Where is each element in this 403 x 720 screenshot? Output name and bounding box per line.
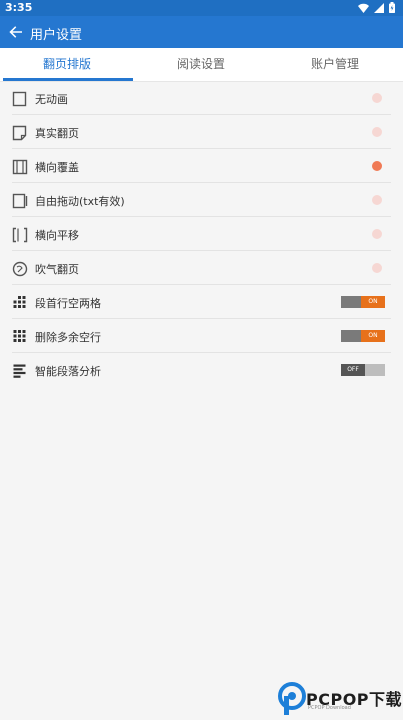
option-horizontal-slide[interactable]: 横向平移 <box>0 217 403 251</box>
option-label: 智能段落分析 <box>35 365 101 378</box>
option-label: 吹气翻页 <box>35 263 79 276</box>
radio-blow-page-turn[interactable] <box>372 263 382 273</box>
option-remove-blank-lines[interactable]: 删除多余空行 ON <box>0 319 403 353</box>
option-no-animation[interactable]: 无动画 <box>0 81 403 115</box>
toggle-state: ON <box>361 330 385 342</box>
tab-page-layout[interactable]: 翻页排版 <box>0 48 134 81</box>
status-time: 3:35 <box>5 1 33 14</box>
option-label: 横向平移 <box>35 229 79 242</box>
indent-grid-icon <box>13 296 26 308</box>
horizontal-slide-icon <box>12 227 28 243</box>
back-arrow-icon[interactable] <box>7 23 25 41</box>
drag-page-icon <box>12 193 28 209</box>
radio-free-drag[interactable] <box>372 195 382 205</box>
toggle-state: OFF <box>341 364 365 376</box>
option-label: 横向覆盖 <box>35 161 79 174</box>
radio-real-page-turn[interactable] <box>372 127 382 137</box>
tab-account-management[interactable]: 账户管理 <box>268 48 402 81</box>
grid-icon <box>13 330 26 342</box>
toggle-state: ON <box>361 296 385 308</box>
battery-icon <box>389 2 395 13</box>
page-title: 用户设置 <box>30 28 83 43</box>
tab-bar: 翻页排版 阅读设置 账户管理 <box>0 48 403 82</box>
toggle-indent-paragraph[interactable]: ON <box>341 296 385 308</box>
option-label: 段首行空两格 <box>35 297 101 310</box>
radio-horizontal-cover[interactable] <box>372 161 382 171</box>
wifi-icon <box>358 3 369 13</box>
radio-horizontal-slide[interactable] <box>372 229 382 239</box>
toggle-smart-paragraph[interactable]: OFF <box>341 364 385 376</box>
option-indent-paragraph[interactable]: 段首行空两格 ON <box>0 285 403 319</box>
page-curl-icon <box>12 125 27 141</box>
app-bar: 用户设置 <box>0 16 403 48</box>
option-free-drag[interactable]: 自由拖动(txt有效) <box>0 183 403 217</box>
status-bar: 3:35 <box>0 0 403 16</box>
watermark-subtext: PCPOP Download <box>308 705 351 711</box>
option-label: 无动画 <box>35 93 68 106</box>
blow-icon <box>12 261 28 277</box>
pcpop-watermark: PCPOP下载 PCPOP Download <box>278 682 403 720</box>
paragraph-lines-icon <box>13 364 26 378</box>
blank-page-icon <box>12 91 27 107</box>
radio-no-animation[interactable] <box>372 93 382 103</box>
option-label: 真实翻页 <box>35 127 79 140</box>
option-horizontal-cover[interactable]: 横向覆盖 <box>0 149 403 183</box>
tab-reading-settings[interactable]: 阅读设置 <box>134 48 268 81</box>
horizontal-cover-icon <box>12 159 28 175</box>
option-label: 删除多余空行 <box>35 331 101 344</box>
option-label: 自由拖动(txt有效) <box>35 195 125 208</box>
signal-icon <box>374 2 384 13</box>
status-icons <box>358 2 395 13</box>
toggle-remove-blank-lines[interactable]: ON <box>341 330 385 342</box>
option-smart-paragraph[interactable]: 智能段落分析 OFF <box>0 353 403 387</box>
option-blow-page-turn[interactable]: 吹气翻页 <box>0 251 403 285</box>
pcpop-logo-icon <box>278 682 306 715</box>
option-real-page-turn[interactable]: 真实翻页 <box>0 115 403 149</box>
